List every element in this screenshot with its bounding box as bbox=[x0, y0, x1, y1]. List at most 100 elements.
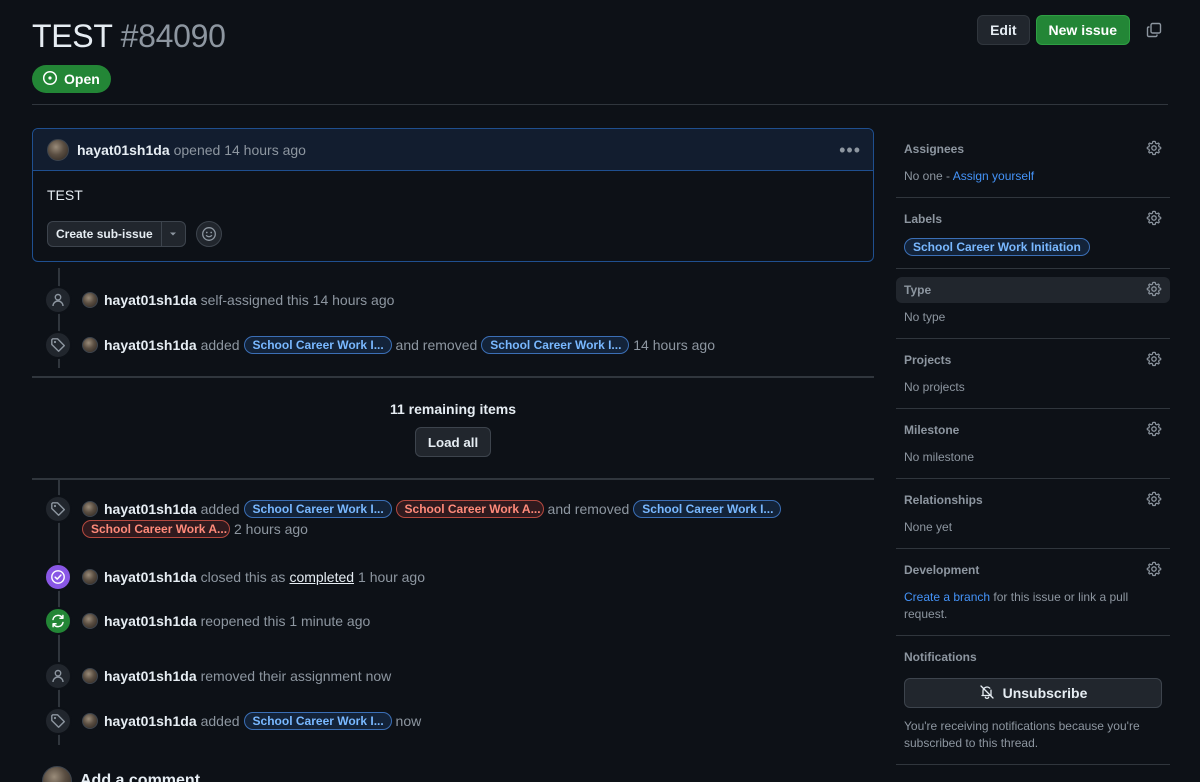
tag-icon bbox=[44, 331, 72, 359]
gear-icon[interactable] bbox=[1146, 561, 1162, 580]
label-chip[interactable]: School Career Work I... bbox=[481, 336, 630, 354]
completed-link[interactable]: completed bbox=[289, 567, 354, 587]
copy-icon[interactable] bbox=[1140, 15, 1168, 45]
remaining-items: 11 remaining items Load all bbox=[32, 401, 874, 457]
sidebar-title: Notifications bbox=[904, 650, 977, 664]
sidebar-milestone-header[interactable]: Milestone bbox=[896, 417, 1170, 443]
sidebar-assignees-header[interactable]: Assignees bbox=[896, 136, 1170, 162]
sidebar-projects: Projects No projects bbox=[896, 339, 1170, 409]
create-branch-link[interactable]: Create a branch bbox=[904, 590, 990, 604]
avatar[interactable] bbox=[82, 337, 98, 353]
check-circle-icon bbox=[44, 563, 72, 591]
timeline-event: hayat01sh1da added School Career Work I.… bbox=[44, 495, 874, 539]
issue-sidebar: Assignees No one - Assign yourself Label… bbox=[896, 128, 1170, 765]
tag-icon bbox=[44, 495, 72, 523]
avatar[interactable] bbox=[82, 668, 98, 684]
sidebar-value: No one - Assign yourself bbox=[904, 168, 1162, 185]
sidebar-value: None yet bbox=[904, 520, 953, 534]
sidebar-value: No projects bbox=[904, 380, 965, 394]
timeline-event: hayat01sh1da reopened this 1 minute ago bbox=[44, 607, 874, 635]
label-chip[interactable]: School Career Work I... bbox=[243, 336, 392, 354]
label-chip[interactable]: School Career Work I... bbox=[243, 712, 392, 730]
unsubscribe-button[interactable]: Unsubscribe bbox=[904, 678, 1162, 708]
label-chip[interactable]: School Career Work A... bbox=[395, 500, 544, 518]
event-time[interactable]: 2 hours ago bbox=[234, 519, 308, 539]
event-time[interactable]: 1 hour ago bbox=[358, 567, 425, 587]
load-all-button[interactable]: Load all bbox=[414, 427, 492, 457]
sidebar-projects-header[interactable]: Projects bbox=[896, 347, 1170, 373]
label-chip[interactable]: School Career Work I... bbox=[633, 500, 782, 518]
bell-slash-icon bbox=[979, 684, 995, 703]
gear-icon[interactable] bbox=[1146, 491, 1162, 510]
sidebar-title: Relationships bbox=[904, 493, 983, 507]
sidebar-labels: Labels School Career Work Initiation bbox=[896, 198, 1170, 269]
sidebar-notifications-header: Notifications bbox=[896, 644, 1170, 670]
sidebar-value: No milestone bbox=[904, 450, 975, 464]
event-author[interactable]: hayat01sh1da bbox=[104, 666, 197, 686]
remaining-separator bbox=[32, 376, 874, 378]
event-author[interactable]: hayat01sh1da bbox=[104, 290, 197, 310]
avatar[interactable] bbox=[82, 501, 98, 517]
new-issue-button[interactable]: New issue bbox=[1035, 15, 1130, 45]
timeline-event: hayat01sh1da closed this as completed 1 … bbox=[44, 563, 874, 591]
event-content: hayat01sh1da added School Career Work I.… bbox=[82, 331, 715, 355]
event-content: hayat01sh1da self-assigned this 14 hours… bbox=[82, 286, 394, 310]
remaining-count: 11 remaining items bbox=[389, 401, 517, 417]
avatar[interactable] bbox=[82, 569, 98, 585]
gear-icon[interactable] bbox=[1146, 210, 1162, 229]
event-text: and removed bbox=[395, 337, 478, 353]
sidebar-relationships-header[interactable]: Relationships bbox=[896, 487, 1170, 513]
notifications-note: You're receiving notifications because y… bbox=[904, 719, 1140, 750]
avatar[interactable] bbox=[82, 292, 98, 308]
avatar[interactable] bbox=[42, 766, 72, 782]
sidebar-type: Type No type bbox=[896, 269, 1170, 339]
event-text: added bbox=[200, 337, 240, 353]
event-text: added bbox=[200, 501, 240, 517]
sidebar-labels-header[interactable]: Labels bbox=[896, 206, 1170, 232]
assignees-empty-text: No one - bbox=[904, 169, 951, 183]
label-chip[interactable]: School Career Work Initiation bbox=[904, 238, 1090, 256]
event-author[interactable]: hayat01sh1da bbox=[104, 567, 197, 587]
gear-icon[interactable] bbox=[1146, 351, 1162, 370]
event-content: hayat01sh1da added School Career Work I.… bbox=[82, 495, 842, 539]
timeline-event: hayat01sh1da removed their assignment no… bbox=[44, 662, 874, 690]
gear-icon[interactable] bbox=[1146, 281, 1162, 300]
event-time[interactable]: 14 hours ago bbox=[633, 335, 715, 355]
event-text: self-assigned this 14 hours ago bbox=[200, 292, 395, 308]
label-chip[interactable]: School Career Work A... bbox=[82, 520, 230, 538]
add-comment-title: Add a comment bbox=[80, 772, 201, 782]
event-text: removed their assignment now bbox=[200, 668, 392, 684]
sidebar-development-header[interactable]: Development bbox=[896, 557, 1170, 583]
avatar[interactable] bbox=[82, 713, 98, 729]
event-content: hayat01sh1da removed their assignment no… bbox=[82, 662, 391, 686]
timeline: hayat01sh1da self-assigned this 14 hours… bbox=[32, 0, 874, 782]
sidebar-title: Milestone bbox=[904, 423, 960, 437]
remaining-separator bbox=[32, 478, 874, 480]
gear-icon[interactable] bbox=[1146, 140, 1162, 159]
person-icon bbox=[44, 286, 72, 314]
unsubscribe-label: Unsubscribe bbox=[1002, 685, 1088, 701]
sidebar-milestone: Milestone No milestone bbox=[896, 409, 1170, 479]
assign-yourself-link[interactable]: Assign yourself bbox=[953, 169, 1034, 183]
sync-icon bbox=[44, 607, 72, 635]
gear-icon[interactable] bbox=[1146, 421, 1162, 440]
event-author[interactable]: hayat01sh1da bbox=[104, 499, 197, 519]
avatar[interactable] bbox=[82, 613, 98, 629]
header-actions: Edit New issue bbox=[977, 15, 1168, 45]
add-comment-header: Add a comment bbox=[42, 766, 200, 782]
event-author[interactable]: hayat01sh1da bbox=[104, 711, 197, 731]
event-text: closed this as bbox=[200, 569, 286, 585]
sidebar-type-header[interactable]: Type bbox=[896, 277, 1170, 303]
event-text: added bbox=[200, 713, 240, 729]
sidebar-value: School Career Work Initiation bbox=[904, 238, 1162, 256]
sidebar-title: Projects bbox=[904, 353, 952, 367]
event-time[interactable]: now bbox=[396, 711, 422, 731]
edit-button[interactable]: Edit bbox=[977, 15, 1030, 45]
tag-icon bbox=[44, 707, 72, 735]
sidebar-assignees: Assignees No one - Assign yourself bbox=[896, 128, 1170, 198]
event-author[interactable]: hayat01sh1da bbox=[104, 335, 197, 355]
sidebar-title: Assignees bbox=[904, 142, 965, 156]
sidebar-value: Create a branch for this issue or link a… bbox=[904, 589, 1162, 623]
event-author[interactable]: hayat01sh1da bbox=[104, 611, 197, 631]
label-chip[interactable]: School Career Work I... bbox=[243, 500, 392, 518]
